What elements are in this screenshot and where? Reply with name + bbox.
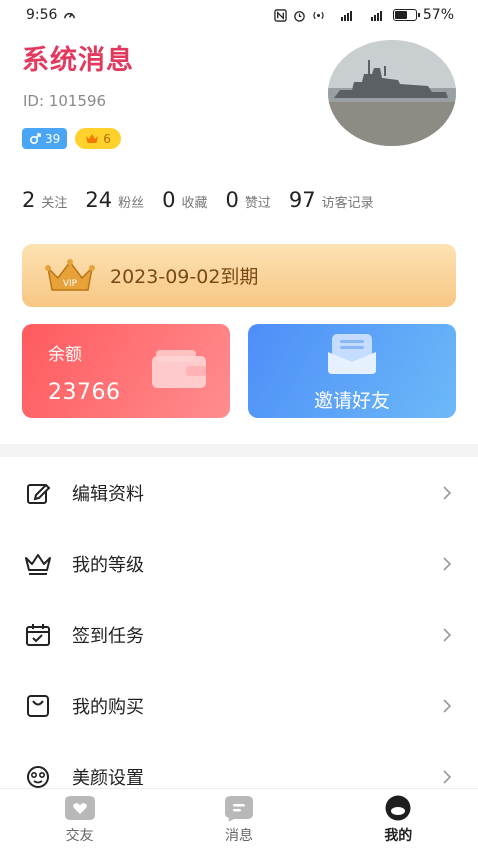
balance-label: 余额 xyxy=(48,345,82,365)
heart-icon xyxy=(64,796,95,820)
battery-icon xyxy=(392,9,420,21)
stat-num: 0 xyxy=(162,188,176,212)
nfc-icon xyxy=(274,8,287,22)
settings-menu: 编辑资料 我的等级 签到任务 我的购买 美颜设置 xyxy=(0,457,478,812)
stat-following[interactable]: 2 关注 xyxy=(22,188,67,212)
chevron-right-icon xyxy=(443,698,452,713)
level-badge: 6 xyxy=(75,128,121,149)
crown-small-icon xyxy=(86,134,99,143)
profile-icon xyxy=(385,795,411,821)
stat-label: 粉丝 xyxy=(118,196,145,211)
profile-id: ID: 101596 xyxy=(23,92,107,110)
status-time: 9:56 xyxy=(26,7,58,23)
edit-icon xyxy=(24,479,52,507)
nav-item-me[interactable]: 我的 xyxy=(319,789,478,850)
speed-gauge-icon xyxy=(64,12,76,18)
vip-expiry: 2023-09-02到期 xyxy=(110,266,259,288)
face-icon xyxy=(24,763,52,791)
avatar[interactable] xyxy=(328,40,456,146)
nav-label: 交友 xyxy=(65,828,94,844)
signal-icon xyxy=(340,10,352,21)
nav-item-make-friends[interactable]: 交友 xyxy=(0,789,159,850)
status-left: 9:56 xyxy=(26,7,76,23)
avatar-photo xyxy=(328,40,456,146)
menu-item-my-purchases[interactable]: 我的购买 xyxy=(0,670,478,741)
menu-item-my-level[interactable]: 我的等级 xyxy=(0,528,478,599)
chevron-right-icon xyxy=(443,627,452,642)
vip-banner[interactable]: VIP 2023-09-02到期 xyxy=(22,244,456,307)
stat-visitors[interactable]: 97 访客记录 xyxy=(289,188,374,212)
chevron-right-icon xyxy=(443,485,452,500)
menu-item-label: 我的等级 xyxy=(72,554,144,576)
hotspot-icon xyxy=(313,11,324,19)
crown-icon xyxy=(24,550,52,578)
menu-item-label: 编辑资料 xyxy=(72,483,144,505)
chat-icon xyxy=(224,796,253,821)
stat-label: 访客记录 xyxy=(321,196,374,211)
status-bar: 9:56 57% xyxy=(0,0,478,30)
profile-name: 系统消息 xyxy=(22,45,134,76)
vip-crown-icon: VIP xyxy=(45,258,95,291)
invite-friends-label: 邀请好友 xyxy=(313,390,390,412)
balance-card[interactable]: 余额 23766 xyxy=(22,324,230,418)
chevron-right-icon xyxy=(443,556,452,571)
menu-item-checkin-tasks[interactable]: 签到任务 xyxy=(0,599,478,670)
menu-item-label: 签到任务 xyxy=(72,625,144,647)
chevron-right-icon xyxy=(443,769,452,784)
stat-liked[interactable]: 0 赞过 xyxy=(226,188,271,212)
stat-num: 0 xyxy=(225,188,239,212)
status-right: 57% xyxy=(274,7,454,23)
nav-item-messages[interactable]: 消息 xyxy=(159,789,318,850)
battery-percent: 57% xyxy=(422,7,454,23)
stat-num: 24 xyxy=(85,188,113,212)
stat-fans[interactable]: 24 粉丝 xyxy=(85,188,144,212)
section-divider xyxy=(0,444,478,457)
calendar-check-icon xyxy=(24,621,52,649)
invite-friends-card[interactable]: 邀请好友 xyxy=(248,324,456,418)
bag-icon xyxy=(24,692,52,720)
gender-badge: 39 xyxy=(22,128,68,149)
stat-label: 收藏 xyxy=(181,196,208,211)
mail-icon xyxy=(328,334,376,374)
level-badge-value: 6 xyxy=(103,131,111,146)
stat-label: 赞过 xyxy=(244,196,271,211)
stat-label: 关注 xyxy=(41,196,68,211)
nav-label: 我的 xyxy=(384,828,413,844)
alarm-icon xyxy=(294,10,305,22)
balance-value: 23766 xyxy=(48,380,121,405)
gender-badge-value: 39 xyxy=(45,131,61,146)
bottom-nav: 交友 消息 我的 xyxy=(0,788,478,850)
stat-num: 97 xyxy=(288,188,316,212)
stat-num: 2 xyxy=(22,188,36,212)
signal-icon-2 xyxy=(370,10,382,21)
vip-crown-text: VIP xyxy=(63,279,78,289)
menu-item-label: 美颜设置 xyxy=(72,767,144,789)
wallet-icon xyxy=(152,350,206,388)
menu-item-label: 我的购买 xyxy=(72,696,144,718)
nav-label: 消息 xyxy=(224,828,253,844)
stat-favorites[interactable]: 0 收藏 xyxy=(162,188,207,212)
menu-item-edit-profile[interactable]: 编辑资料 xyxy=(0,457,478,528)
badges: 39 6 xyxy=(22,128,121,149)
stats-row: 2 关注 24 粉丝 0 收藏 0 赞过 97 访客记录 xyxy=(22,188,374,212)
male-icon xyxy=(29,132,41,144)
